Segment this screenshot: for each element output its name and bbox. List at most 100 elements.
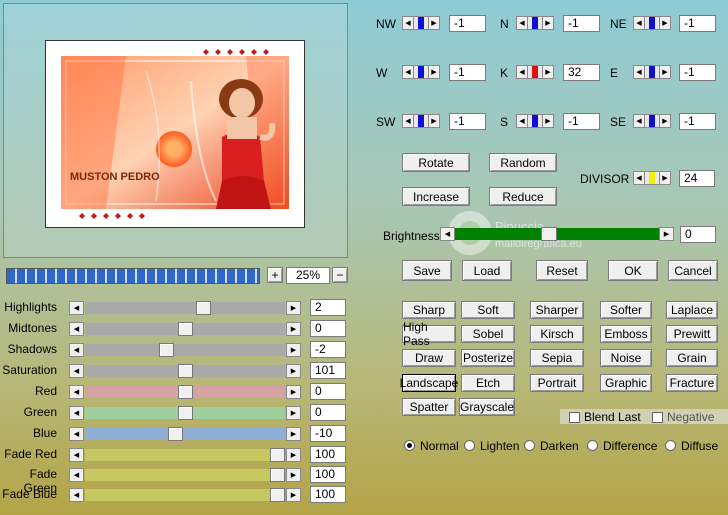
zoom-progress-bar[interactable] <box>6 268 260 284</box>
saturation-field[interactable]: 101 <box>310 362 346 379</box>
preset-spatter-button[interactable]: Spatter <box>402 398 456 416</box>
preset-sharper-button[interactable]: Sharper <box>530 301 584 319</box>
brightness-field[interactable]: 0 <box>680 226 716 243</box>
kernel-sw-decrease-arrow[interactable]: ◀ <box>402 114 414 128</box>
kernel-k-field[interactable]: 32 <box>563 64 600 81</box>
mode-darken-radio[interactable] <box>524 440 535 451</box>
zoom-out-button[interactable]: − <box>332 267 348 283</box>
blue-slider[interactable]: ◀ ▶ <box>69 427 301 441</box>
kernel-s-spinner[interactable]: ◀ ▶ <box>516 113 554 129</box>
preset-laplace-button[interactable]: Laplace <box>666 301 718 319</box>
green-right-arrow[interactable]: ▶ <box>286 406 301 420</box>
red-slider[interactable]: ◀ ▶ <box>69 385 301 399</box>
kernel-n-increase-arrow[interactable]: ▶ <box>542 16 554 30</box>
zoom-in-button[interactable]: + <box>267 267 283 283</box>
preset-portrait-button[interactable]: Portrait <box>530 374 584 392</box>
fade-green-slider[interactable]: ◀ ▶ <box>69 468 301 482</box>
shadows-right-arrow[interactable]: ▶ <box>286 343 301 357</box>
red-left-arrow[interactable]: ◀ <box>69 385 84 399</box>
fade-blue-track[interactable] <box>85 488 285 502</box>
kernel-n-decrease-arrow[interactable]: ◀ <box>516 16 528 30</box>
kernel-ne-spinner[interactable]: ◀ ▶ <box>633 15 671 31</box>
preset-softer-button[interactable]: Softer <box>600 301 652 319</box>
kernel-k-decrease-arrow[interactable]: ◀ <box>516 65 528 79</box>
kernel-e-field[interactable]: -1 <box>679 64 716 81</box>
fade-green-track[interactable] <box>85 468 285 482</box>
fade-green-thumb[interactable] <box>270 468 285 482</box>
kernel-ne-field[interactable]: -1 <box>679 15 716 32</box>
preset-draw-button[interactable]: Draw <box>402 349 456 367</box>
kernel-k-spinner[interactable]: ◀ ▶ <box>516 64 554 80</box>
divisor-field[interactable]: 24 <box>679 170 715 187</box>
fade-red-slider[interactable]: ◀ ▶ <box>69 448 301 462</box>
midtones-slider[interactable]: ◀ ▶ <box>69 322 301 336</box>
divisor-spinner[interactable]: ◀ ▶ <box>633 170 671 186</box>
fade-blue-field[interactable]: 100 <box>310 486 346 503</box>
green-field[interactable]: 0 <box>310 404 346 421</box>
increase-button[interactable]: Increase <box>402 187 470 206</box>
fade-blue-left-arrow[interactable]: ◀ <box>69 488 84 502</box>
fade-blue-slider[interactable]: ◀ ▶ <box>69 488 301 502</box>
kernel-ne-decrease-arrow[interactable]: ◀ <box>633 16 645 30</box>
brightness-slider[interactable]: ◀ ▶ <box>440 227 674 241</box>
kernel-s-increase-arrow[interactable]: ▶ <box>542 114 554 128</box>
red-track[interactable] <box>85 385 285 399</box>
red-thumb[interactable] <box>178 385 193 399</box>
red-field[interactable]: 0 <box>310 383 346 400</box>
highlights-track[interactable] <box>85 301 285 315</box>
kernel-w-field[interactable]: -1 <box>449 64 486 81</box>
preset-landscape-button[interactable]: Landscape <box>400 374 458 392</box>
highlights-left-arrow[interactable]: ◀ <box>69 301 84 315</box>
kernel-w-increase-arrow[interactable]: ▶ <box>428 65 440 79</box>
kernel-nw-field[interactable]: -1 <box>449 15 486 32</box>
fade-blue-right-arrow[interactable]: ▶ <box>286 488 301 502</box>
kernel-sw-increase-arrow[interactable]: ▶ <box>428 114 440 128</box>
preset-fracture-button[interactable]: Fracture <box>666 374 718 392</box>
mode-difference-radio[interactable] <box>587 440 598 451</box>
fade-red-left-arrow[interactable]: ◀ <box>69 448 84 462</box>
random-button[interactable]: Random <box>489 153 557 172</box>
saturation-left-arrow[interactable]: ◀ <box>69 364 84 378</box>
shadows-slider[interactable]: ◀ ▶ <box>69 343 301 357</box>
kernel-e-increase-arrow[interactable]: ▶ <box>659 65 671 79</box>
preset-graphic-button[interactable]: Graphic <box>600 374 652 392</box>
midtones-field[interactable]: 0 <box>310 320 346 337</box>
kernel-n-spinner[interactable]: ◀ ▶ <box>516 15 554 31</box>
saturation-thumb[interactable] <box>178 364 193 378</box>
preset-noise-button[interactable]: Noise <box>600 349 652 367</box>
highlights-thumb[interactable] <box>196 301 211 315</box>
saturation-slider[interactable]: ◀ ▶ <box>69 364 301 378</box>
preset-emboss-button[interactable]: Emboss <box>600 325 652 343</box>
preset-high-pass-button[interactable]: High Pass <box>402 320 456 348</box>
brightness-thumb[interactable] <box>541 227 557 241</box>
mode-lighten-radio[interactable] <box>464 440 475 451</box>
green-thumb[interactable] <box>178 406 193 420</box>
divisor-increase-arrow[interactable]: ▶ <box>659 171 671 185</box>
kernel-sw-field[interactable]: -1 <box>449 113 486 130</box>
highlights-slider[interactable]: ◀ ▶ <box>69 301 301 315</box>
reduce-button[interactable]: Reduce <box>489 187 557 206</box>
shadows-track[interactable] <box>85 343 285 357</box>
kernel-se-increase-arrow[interactable]: ▶ <box>659 114 671 128</box>
brightness-left-arrow[interactable]: ◀ <box>440 227 455 241</box>
midtones-track[interactable] <box>85 322 285 336</box>
midtones-left-arrow[interactable]: ◀ <box>69 322 84 336</box>
mode-normal-radio[interactable] <box>404 440 415 451</box>
shadows-left-arrow[interactable]: ◀ <box>69 343 84 357</box>
preset-prewitt-button[interactable]: Prewitt <box>666 325 718 343</box>
divisor-decrease-arrow[interactable]: ◀ <box>633 171 645 185</box>
preset-sepia-button[interactable]: Sepia <box>530 349 584 367</box>
green-track[interactable] <box>85 406 285 420</box>
rotate-button[interactable]: Rotate <box>402 153 470 172</box>
kernel-k-increase-arrow[interactable]: ▶ <box>542 65 554 79</box>
kernel-s-field[interactable]: -1 <box>563 113 600 130</box>
preset-sobel-button[interactable]: Sobel <box>461 325 515 343</box>
preset-grayscale-button[interactable]: Grayscale <box>459 398 515 416</box>
kernel-e-decrease-arrow[interactable]: ◀ <box>633 65 645 79</box>
fade-red-right-arrow[interactable]: ▶ <box>286 448 301 462</box>
kernel-se-spinner[interactable]: ◀ ▶ <box>633 113 671 129</box>
green-slider[interactable]: ◀ ▶ <box>69 406 301 420</box>
kernel-se-field[interactable]: -1 <box>679 113 716 130</box>
midtones-right-arrow[interactable]: ▶ <box>286 322 301 336</box>
green-left-arrow[interactable]: ◀ <box>69 406 84 420</box>
